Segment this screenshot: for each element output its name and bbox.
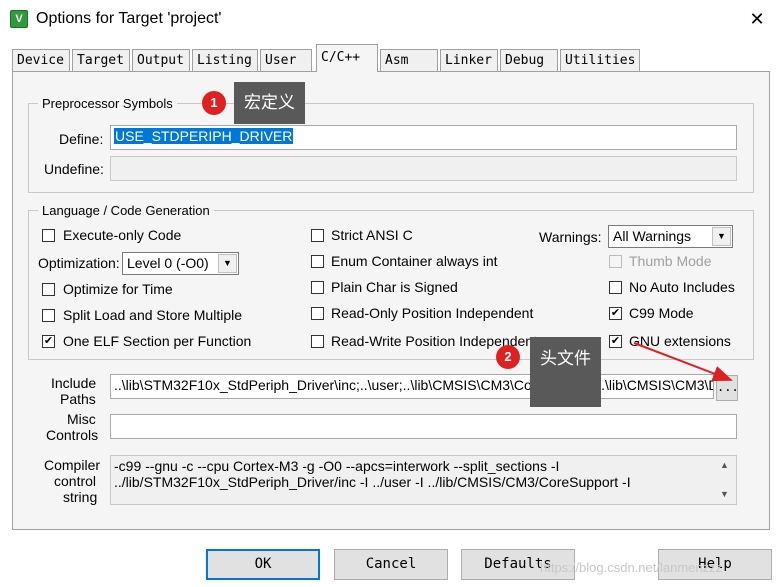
callout-2: 头文件 bbox=[530, 337, 601, 407]
split-load-checkbox[interactable] bbox=[42, 309, 55, 322]
misc-label: Misc bbox=[67, 411, 96, 427]
compiler-control-field[interactable]: -c99 --gnu -c --cpu Cortex-M3 -g -O0 --a… bbox=[110, 455, 737, 505]
no-auto-includes-label: No Auto Includes bbox=[629, 279, 735, 295]
compiler-label-string: string bbox=[63, 489, 98, 505]
compiler-line-1: -c99 --gnu -c --cpu Cortex-M3 -g -O0 --a… bbox=[114, 458, 560, 474]
define-field[interactable]: USE_STDPERIPH_DRIVER bbox=[110, 125, 737, 150]
close-icon[interactable]: ✕ bbox=[740, 6, 774, 32]
tab-asm[interactable]: Asm bbox=[380, 49, 438, 71]
ok-button[interactable]: OK bbox=[206, 549, 320, 580]
compiler-label-control: control bbox=[54, 473, 97, 489]
chevron-down-icon[interactable]: ▼ bbox=[218, 254, 237, 273]
include-label: Include bbox=[51, 375, 97, 391]
no-auto-includes-checkbox[interactable] bbox=[609, 281, 622, 294]
optimization-label: Optimization: bbox=[38, 255, 120, 271]
tab-device[interactable]: Device bbox=[12, 49, 70, 71]
thumb-mode-checkbox[interactable] bbox=[609, 255, 622, 268]
warnings-value: All Warnings bbox=[613, 228, 692, 244]
callout-1: 宏定义 bbox=[234, 82, 305, 124]
misc-label-controls: Controls bbox=[46, 427, 99, 443]
compiler-label: Compiler bbox=[44, 457, 101, 473]
optimize-time-label: Optimize for Time bbox=[63, 281, 173, 297]
rw-position-checkbox[interactable] bbox=[311, 335, 324, 348]
scroll-up-icon[interactable]: ▲ bbox=[720, 460, 729, 470]
app-icon: V bbox=[10, 10, 28, 28]
include-browse-button[interactable]: ... bbox=[716, 375, 739, 401]
compiler-line-2: ../lib/STM32F10x_StdPeriph_Driver/inc -I… bbox=[114, 474, 631, 490]
misc-controls-field[interactable] bbox=[110, 414, 737, 439]
thumb-mode-label: Thumb Mode bbox=[629, 253, 712, 269]
define-label: Define: bbox=[59, 131, 104, 147]
cancel-button[interactable]: Cancel bbox=[334, 549, 448, 580]
callout-2-badge: 2 bbox=[496, 345, 520, 369]
enum-container-checkbox[interactable] bbox=[311, 255, 324, 268]
one-elf-label: One ELF Section per Function bbox=[63, 333, 252, 349]
enum-container-label: Enum Container always int bbox=[331, 253, 498, 269]
check-icon: ✔ bbox=[610, 335, 621, 347]
warnings-label: Warnings: bbox=[539, 229, 602, 245]
c99-mode-checkbox[interactable]: ✔ bbox=[609, 307, 622, 320]
check-icon: ✔ bbox=[610, 307, 621, 319]
one-elf-checkbox[interactable]: ✔ bbox=[42, 335, 55, 348]
tab-debug[interactable]: Debug bbox=[500, 49, 558, 71]
watermark: https://blog.csdn.net/lanmenzzz bbox=[540, 560, 723, 575]
codegen-group-title: Language / Code Generation bbox=[38, 203, 214, 218]
tab-linker[interactable]: Linker bbox=[440, 49, 498, 71]
undefine-label: Undefine: bbox=[44, 161, 104, 177]
execute-only-label: Execute-only Code bbox=[63, 227, 182, 243]
check-icon: ✔ bbox=[43, 335, 54, 347]
tab-output[interactable]: Output bbox=[132, 49, 190, 71]
ro-position-label: Read-Only Position Independent bbox=[331, 305, 534, 321]
window-title: Options for Target 'project' bbox=[36, 10, 222, 27]
plain-char-label: Plain Char is Signed bbox=[331, 279, 458, 295]
plain-char-checkbox[interactable] bbox=[311, 281, 324, 294]
ro-position-checkbox[interactable] bbox=[311, 307, 324, 320]
undefine-field[interactable] bbox=[110, 156, 737, 181]
callout-1-badge: 1 bbox=[202, 91, 226, 115]
include-paths-field[interactable]: ..\lib\STM32F10x_StdPeriph_Driver\inc;..… bbox=[110, 374, 714, 399]
strict-ansi-label: Strict ANSI C bbox=[331, 227, 413, 243]
gnu-extensions-label: GNU extensions bbox=[629, 333, 731, 349]
c99-mode-label: C99 Mode bbox=[629, 305, 694, 321]
strict-ansi-checkbox[interactable] bbox=[311, 229, 324, 242]
tab-c-cpp[interactable]: C/C++ bbox=[316, 44, 378, 72]
tab-target[interactable]: Target bbox=[72, 49, 130, 71]
chevron-down-icon[interactable]: ▼ bbox=[712, 227, 731, 246]
define-value: USE_STDPERIPH_DRIVER bbox=[114, 128, 294, 144]
gnu-extensions-checkbox[interactable]: ✔ bbox=[609, 335, 622, 348]
include-label-paths: Paths bbox=[60, 391, 96, 407]
tab-utilities[interactable]: Utilities bbox=[560, 49, 640, 71]
tab-user[interactable]: User bbox=[260, 49, 312, 71]
preprocessor-group-title: Preprocessor Symbols bbox=[38, 96, 177, 111]
split-load-label: Split Load and Store Multiple bbox=[63, 307, 242, 323]
execute-only-checkbox[interactable] bbox=[42, 229, 55, 242]
tab-listing[interactable]: Listing bbox=[192, 49, 258, 71]
scroll-down-icon[interactable]: ▼ bbox=[720, 489, 729, 499]
optimization-value: Level 0 (-O0) bbox=[127, 255, 209, 271]
optimize-time-checkbox[interactable] bbox=[42, 283, 55, 296]
